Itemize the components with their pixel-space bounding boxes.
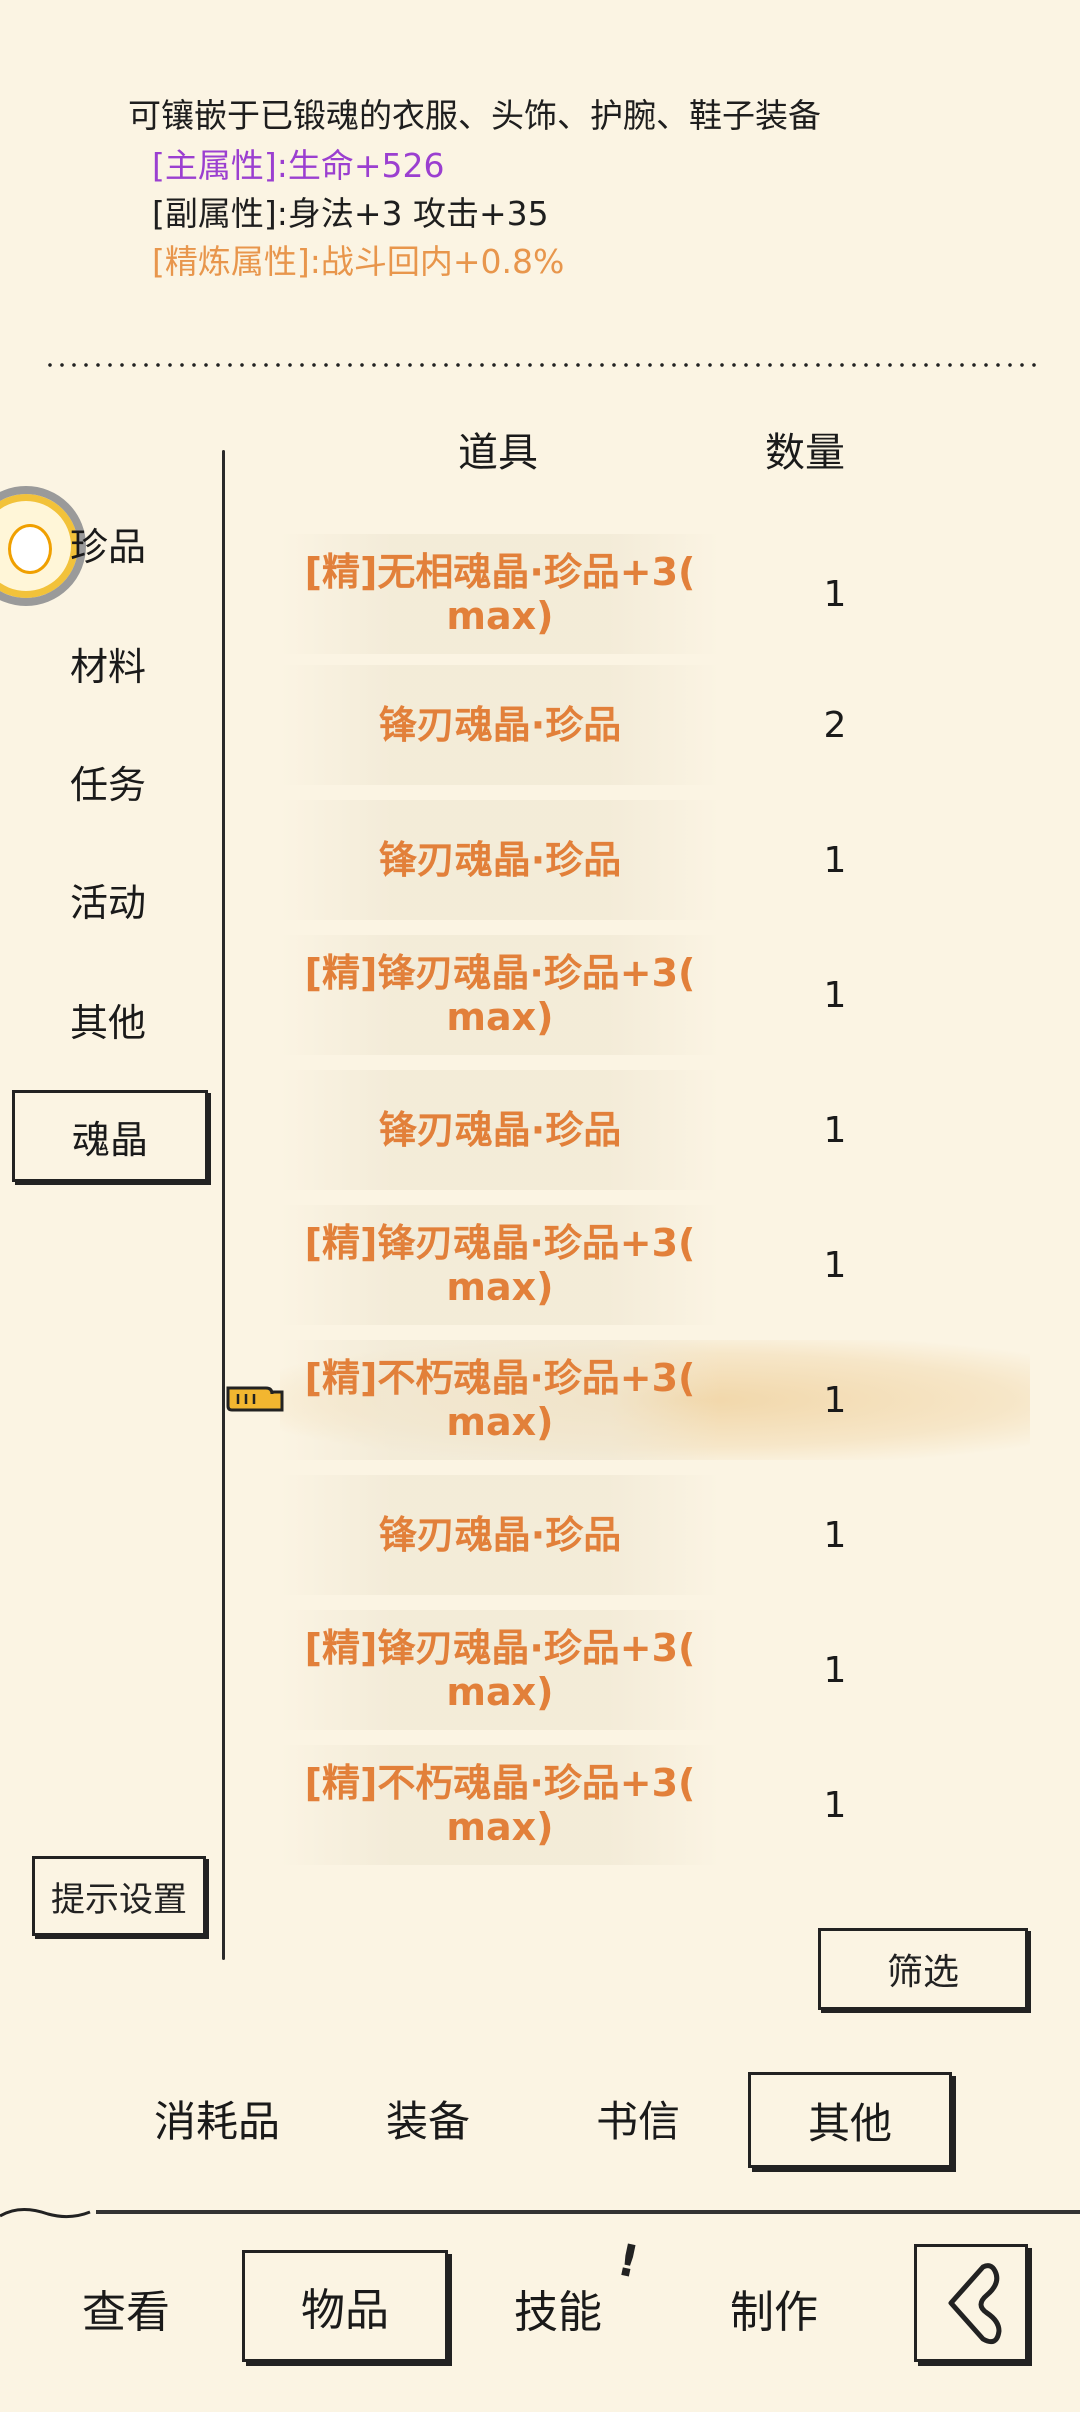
nav-skills[interactable]: 技能 xyxy=(514,2276,602,2340)
sub-attribute: [副属性]:身法+3 攻击+35 xyxy=(152,190,549,238)
item-name: [精]不朽魂晶·珍品+3(max) xyxy=(280,1745,720,1865)
item-quantity: 1 xyxy=(823,1244,847,1286)
item-name: [精]锋刃魂晶·珍品+3(max) xyxy=(280,1205,720,1325)
item-row[interactable]: [精]锋刃魂晶·珍品+3(max) 1 xyxy=(280,1205,1030,1325)
item-name: [精]锋刃魂晶·珍品+3(max) xyxy=(280,935,720,1055)
item-quantity: 1 xyxy=(823,974,847,1016)
item-row[interactable]: 锋刃魂晶·珍品 1 xyxy=(280,800,1030,920)
item-name: [精]无相魂晶·珍品+3(max) xyxy=(280,534,720,654)
item-quantity: 1 xyxy=(823,1784,847,1826)
item-quantity: 1 xyxy=(823,573,847,615)
main-attribute-value: :生命+526 xyxy=(276,146,445,185)
tab-other[interactable]: 其他 xyxy=(748,2072,952,2168)
back-arrow-icon xyxy=(948,2263,1002,2345)
tab-equipment[interactable]: 装备 xyxy=(386,2088,470,2149)
column-header-item: 道具 xyxy=(458,430,538,476)
category-event[interactable]: 活动 xyxy=(70,872,146,927)
filter-button[interactable]: 筛选 xyxy=(818,1928,1028,2010)
column-header-quantity: 数量 xyxy=(765,430,845,476)
tab-letters[interactable]: 书信 xyxy=(596,2088,680,2149)
item-description: 可镶嵌于已锻魂的衣服、头饰、护腕、鞋子装备 xyxy=(128,96,821,135)
sub-attribute-value: :身法+3 攻击+35 xyxy=(276,194,549,233)
item-row[interactable]: [精]无相魂晶·珍品+3(max) 1 xyxy=(280,534,1030,654)
item-row[interactable]: 锋刃魂晶·珍品 2 xyxy=(280,665,1030,785)
item-name: 锋刃魂晶·珍品 xyxy=(280,1475,720,1595)
refine-attribute: [精炼属性]:战斗回内+0.8% xyxy=(152,238,564,286)
category-divider-line xyxy=(222,450,225,1960)
category-quest[interactable]: 任务 xyxy=(70,754,146,809)
nav-view[interactable]: 查看 xyxy=(82,2276,170,2340)
avatar-face xyxy=(8,524,52,574)
pointing-hand-cursor-icon xyxy=(226,1386,284,1412)
item-row-selected[interactable]: [精]不朽魂晶·珍品+3(max) 1 xyxy=(280,1340,1030,1460)
category-materials[interactable]: 材料 xyxy=(70,636,146,691)
item-quantity: 1 xyxy=(823,1649,847,1691)
item-row[interactable]: 锋刃魂晶·珍品 1 xyxy=(280,1070,1030,1190)
item-row[interactable]: [精]锋刃魂晶·珍品+3(max) 1 xyxy=(280,1610,1030,1730)
main-attribute-label: [主属性] xyxy=(152,146,277,185)
item-name: [精]锋刃魂晶·珍品+3(max) xyxy=(280,1610,720,1730)
item-row[interactable]: 锋刃魂晶·珍品 1 xyxy=(280,1475,1030,1595)
refine-attribute-label: [精炼属性] xyxy=(152,242,310,281)
item-row[interactable]: [精]不朽魂晶·珍品+3(max) 1 xyxy=(280,1745,1030,1865)
item-name: 锋刃魂晶·珍品 xyxy=(280,800,720,920)
category-treasure[interactable]: 珍品 xyxy=(70,516,146,571)
hint-settings-button[interactable]: 提示设置 xyxy=(32,1856,206,1936)
item-quantity: 1 xyxy=(823,1109,847,1151)
item-quantity: 1 xyxy=(823,1379,847,1421)
back-button[interactable] xyxy=(914,2244,1028,2362)
item-quantity: 2 xyxy=(823,704,847,746)
item-row[interactable]: [精]锋刃魂晶·珍品+3(max) 1 xyxy=(280,935,1030,1055)
refine-attribute-value: :战斗回内+0.8% xyxy=(309,242,565,281)
sub-attribute-label: [副属性] xyxy=(152,194,277,233)
tab-consumables[interactable]: 消耗品 xyxy=(154,2088,280,2149)
category-soul-crystal[interactable]: 魂晶 xyxy=(12,1090,208,1182)
item-quantity: 1 xyxy=(823,839,847,881)
inventory-screen: 可镶嵌于已锻魂的衣服、头饰、护腕、鞋子装备 [主属性]:生命+526 [副属性]… xyxy=(0,0,1080,2412)
item-quantity: 1 xyxy=(823,1514,847,1556)
item-name: [精]不朽魂晶·珍品+3(max) xyxy=(280,1340,720,1460)
nav-crafting[interactable]: 制作 xyxy=(730,2276,818,2340)
item-name: 锋刃魂晶·珍品 xyxy=(280,1070,720,1190)
main-attribute: [主属性]:生命+526 xyxy=(152,142,445,190)
nav-items[interactable]: 物品 xyxy=(242,2250,448,2362)
brush-divider xyxy=(0,2208,1080,2219)
item-name: 锋刃魂晶·珍品 xyxy=(280,665,720,785)
category-other[interactable]: 其他 xyxy=(70,992,146,1047)
dotted-divider xyxy=(44,362,1036,368)
